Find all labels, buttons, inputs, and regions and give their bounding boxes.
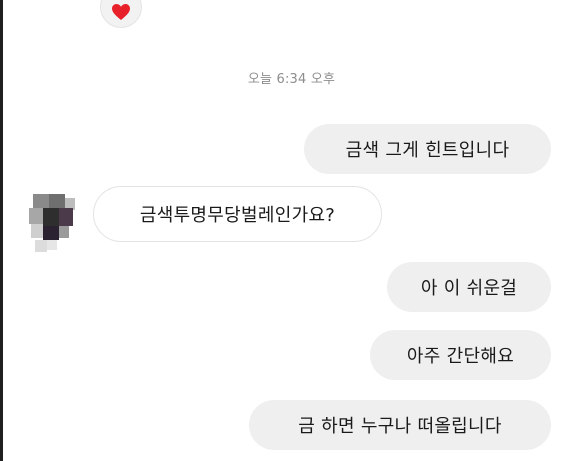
outgoing-message-bubble[interactable]: 금 하면 누구나 떠올립니다 — [249, 400, 551, 450]
message-timestamp: 오늘 6:34 오후 — [247, 72, 336, 87]
outgoing-message-bubble[interactable]: 금색 그게 힌트입니다 — [304, 124, 551, 174]
incoming-message-bubble[interactable]: 금색투명무당벌레인가요? — [93, 186, 382, 242]
sender-avatar[interactable] — [27, 192, 75, 256]
outgoing-message-bubble[interactable]: 아 이 쉬운걸 — [387, 262, 551, 312]
heart-icon — [112, 4, 130, 20]
outgoing-message-bubble[interactable]: 아주 간단해요 — [370, 330, 551, 380]
chat-screen: 오늘 6:34 오후 금색 그게 힌트입니다 금색투명무당벌레인가요? 아 이 … — [0, 0, 583, 461]
heart-reaction[interactable] — [100, 0, 142, 28]
